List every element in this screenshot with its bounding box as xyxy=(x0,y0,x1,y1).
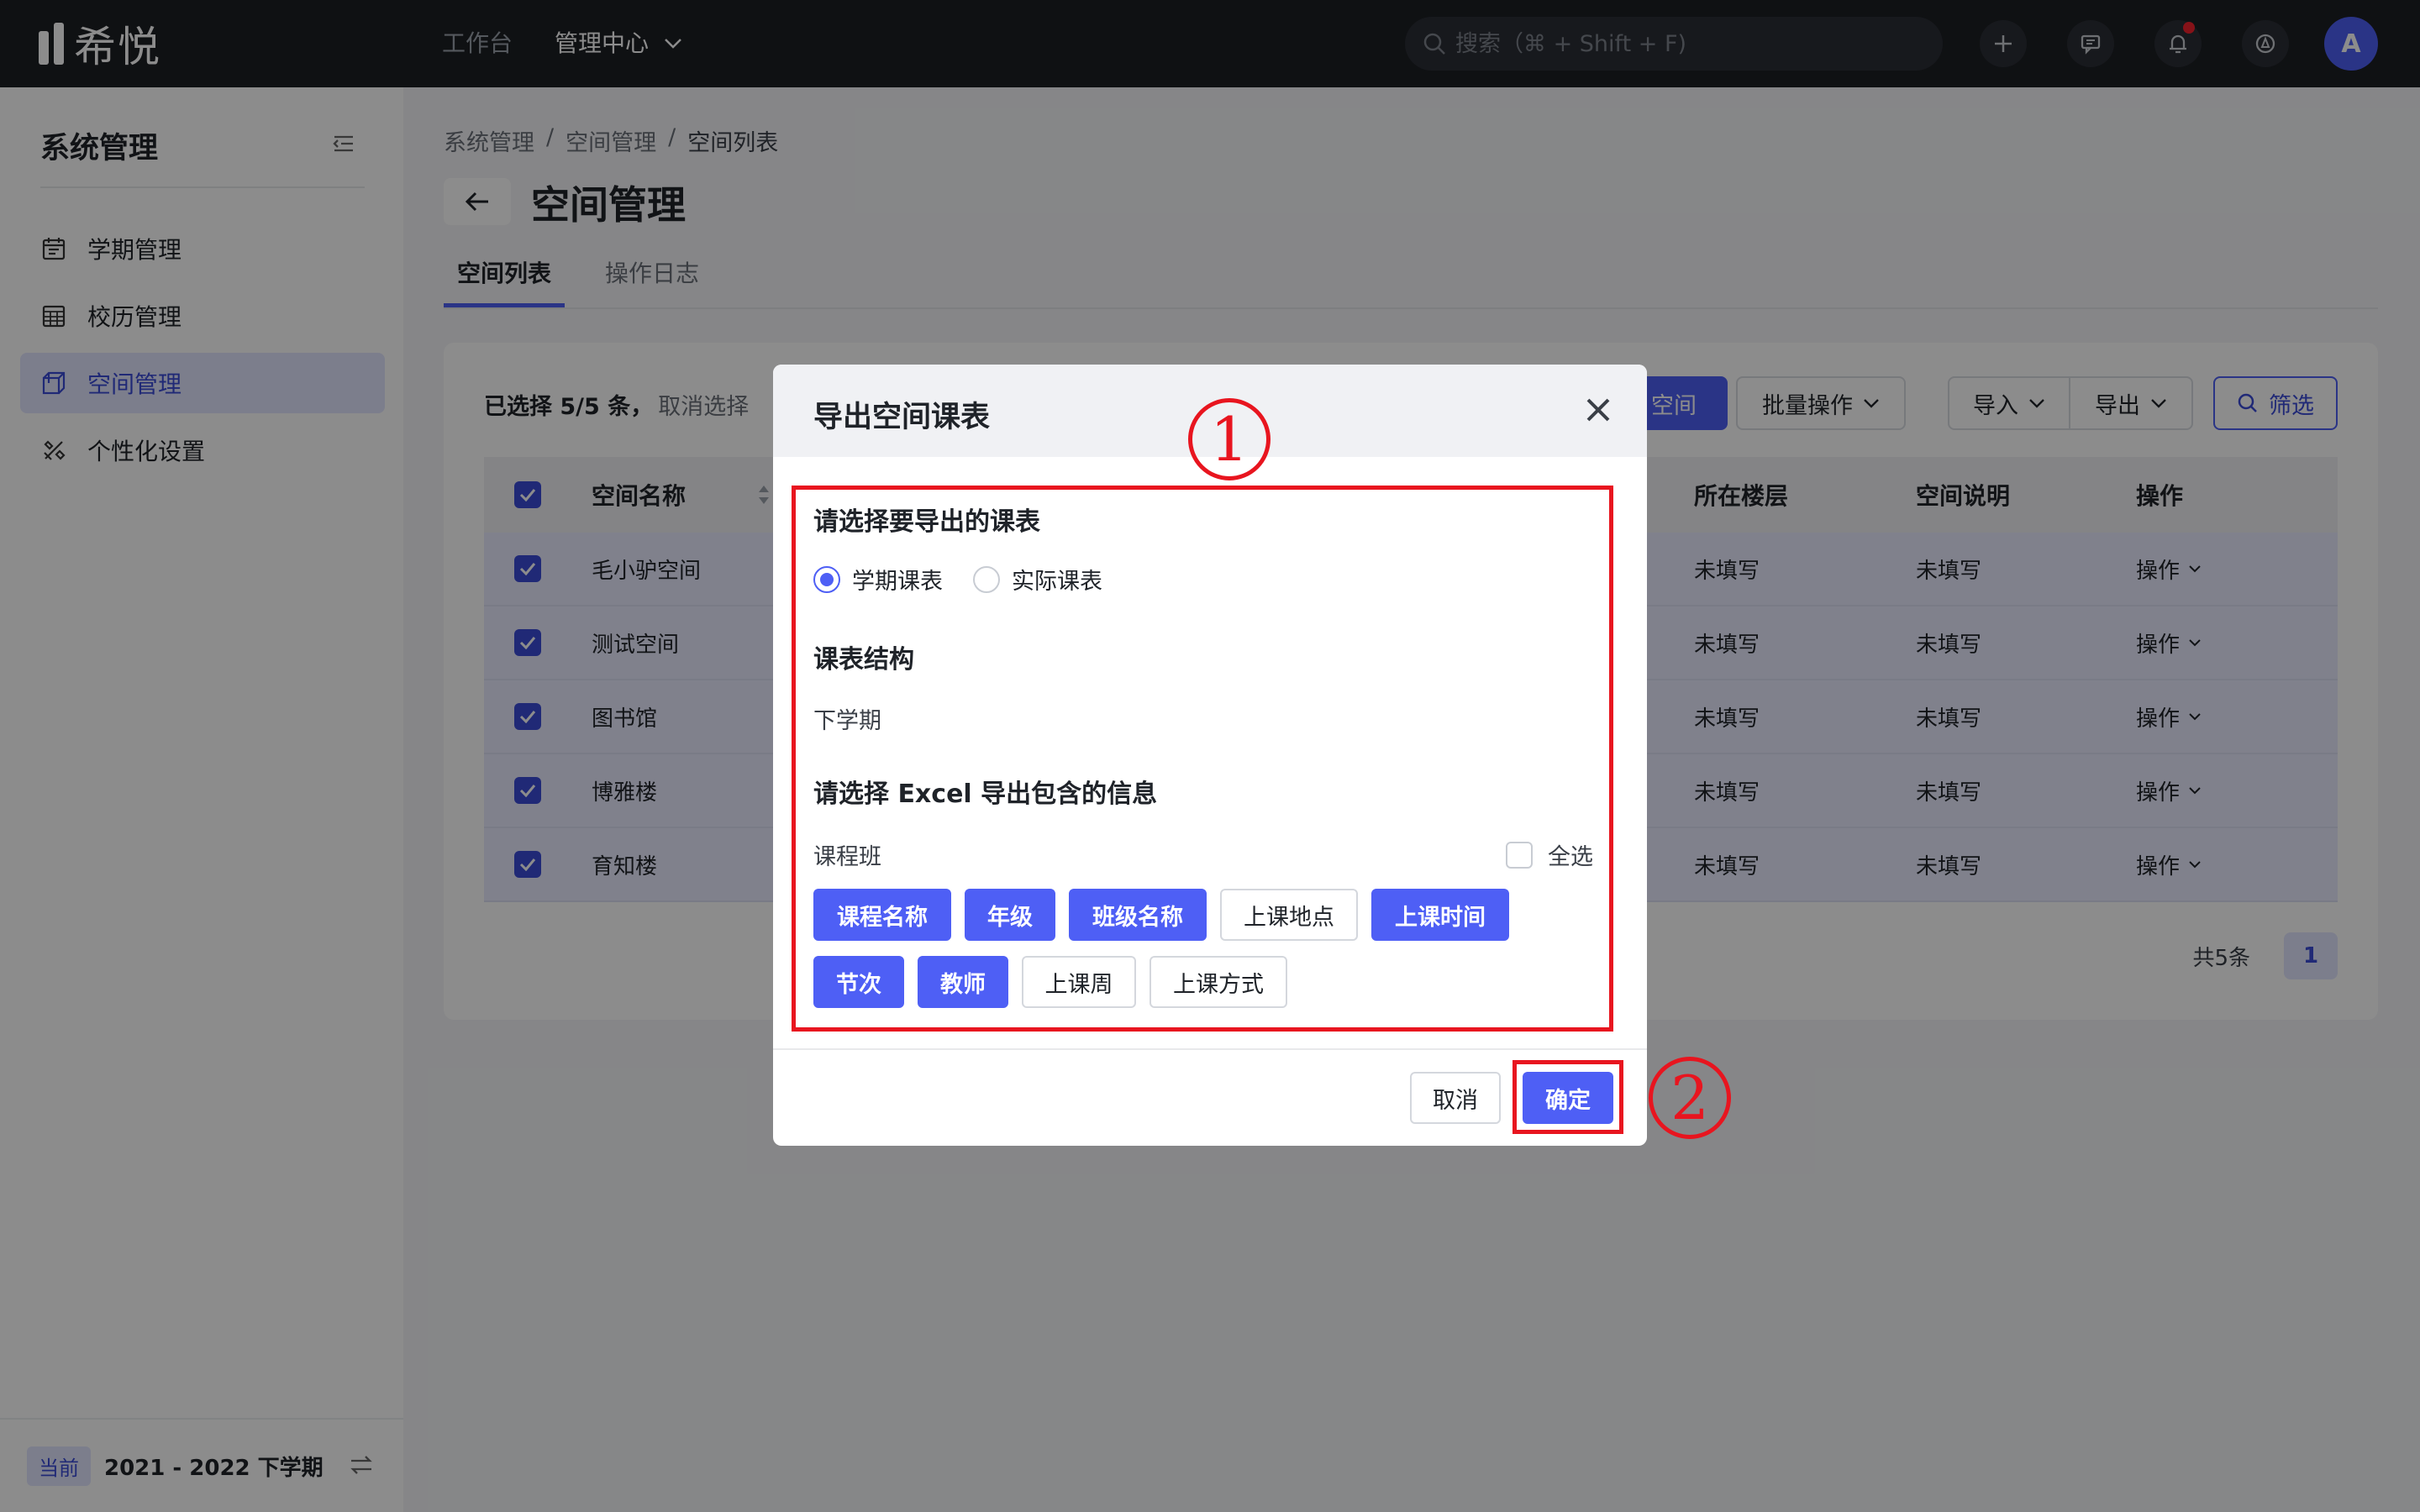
dialog-title: 导出空间课表 xyxy=(813,401,991,434)
annotation-box-confirm xyxy=(1512,1060,1623,1134)
annotation-box-options xyxy=(792,486,1613,1032)
cancel-button[interactable]: 取消 xyxy=(1410,1072,1501,1124)
callout-2: 2 xyxy=(1649,1057,1731,1139)
callout-1: 1 xyxy=(1188,398,1270,480)
dialog-footer-divider xyxy=(773,1048,1647,1050)
close-icon[interactable] xyxy=(1581,393,1615,427)
